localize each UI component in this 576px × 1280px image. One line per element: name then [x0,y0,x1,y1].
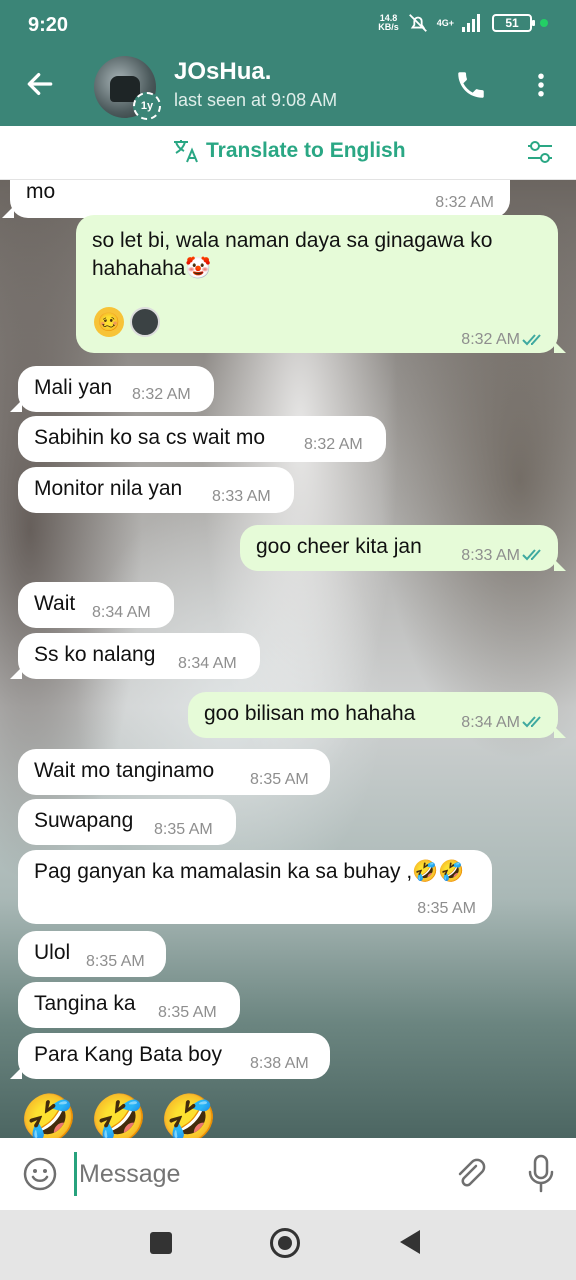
back-arrow-icon[interactable] [24,68,56,100]
message-text: Mali yan [34,376,113,399]
recents-icon[interactable] [150,1232,172,1254]
story-badge[interactable]: 1y [133,92,161,120]
message-bubble[interactable]: Ss ko nalang 8:34 AM [10,633,260,679]
message-bubble[interactable]: Monitor nila yan 8:33 AM [18,467,294,513]
battery-icon: 51 [492,14,535,32]
status-icons: 14.8 KB/s 4G+ 51 [378,12,548,34]
message-text: goo bilisan mo hahaha [204,702,416,725]
message-time: 8:34 AM [461,714,520,731]
message-text: Wait [34,592,76,615]
message-bubble[interactable]: so let bi, wala naman daya sa ginagawa k… [76,215,566,353]
message-time: 8:35 AM [154,821,213,838]
message-bubble[interactable]: mo 8:32 AM [2,180,510,218]
emoji-message[interactable]: 🤣 🤣 🤣 [20,1090,217,1138]
chat-area[interactable]: mo 8:32 AM so let bi, wala naman daya sa… [0,180,576,1138]
message-time: 8:35 AM [417,900,476,917]
message-time: 8:33 AM [212,488,271,505]
translate-icon [174,140,198,163]
emoji-icon[interactable] [22,1156,58,1192]
message-text: so let bi, wala naman daya sa ginagawa k… [92,229,493,280]
system-nav-bar [0,1210,576,1280]
message-bubble[interactable]: goo cheer kita jan 8:33 AM [240,525,566,571]
message-bubble[interactable]: Ulol 8:35 AM [18,931,166,977]
message-text: goo cheer kita jan [256,535,422,558]
message-time: 8:38 AM [250,1055,309,1072]
read-ticks-icon [522,549,541,561]
message-time: 8:32 AM [461,331,520,348]
message-bubble[interactable]: goo bilisan mo hahaha 8:34 AM [188,692,566,738]
message-text: mo [26,180,56,203]
message-time: 8:34 AM [92,604,151,621]
message-bubble[interactable]: Suwapang 8:35 AM [18,799,236,845]
message-bubble[interactable]: Pag ganyan ka mamalasin ka sa buhay ,🤣🤣 … [18,850,492,924]
net-speed: 14.8 KB/s [378,13,399,32]
reaction-row[interactable]: 🥴 [94,307,160,337]
translate-bar: Translate to English [0,126,576,180]
message-text: Para Kang Bata boy [34,1043,222,1066]
contact-name[interactable]: JOsHua. [174,58,271,86]
phone-icon[interactable] [454,68,488,102]
message-text: Ulol [34,941,71,964]
message-bubble[interactable]: Para Kang Bata boy 8:38 AM [10,1033,330,1079]
message-bubble[interactable]: Wait mo tanginamo 8:35 AM [18,749,330,795]
message-text: Tangina ka [34,992,136,1015]
message-time: 8:32 AM [435,194,494,211]
message-composer [0,1138,576,1210]
translate-label: Translate to English [206,139,406,162]
message-bubble[interactable]: Sabihin ko sa cs wait mo 8:32 AM [18,416,386,462]
translate-settings-icon[interactable] [526,138,554,166]
message-time: 8:33 AM [461,547,520,564]
system-back-icon[interactable] [400,1230,420,1254]
more-options-icon[interactable] [526,68,556,102]
top-bar: 9:20 14.8 KB/s 4G+ 51 1y JOsHua. last se… [0,0,576,126]
message-text: Pag ganyan ka mamalasin ka sa buhay ,🤣🤣 [34,860,465,883]
reaction-emoji: 🥴 [94,307,124,337]
translate-button[interactable]: Translate to English [172,138,406,164]
status-bar: 9:20 14.8 KB/s 4G+ 51 [0,0,576,52]
message-text: Sabihin ko sa cs wait mo [34,426,266,449]
active-dot-icon [540,19,548,27]
message-time: 8:35 AM [158,1004,217,1021]
message-text: Ss ko nalang [34,643,156,666]
message-time: 8:32 AM [132,386,191,403]
message-text: Wait mo tanginamo [34,759,215,782]
network-type: 4G+ [436,18,454,28]
clock: 9:20 [28,14,69,36]
reactor-avatar [130,307,160,337]
message-bubble[interactable]: Mali yan 8:32 AM [10,366,214,412]
message-text: Monitor nila yan [34,477,183,500]
microphone-icon[interactable] [526,1154,556,1194]
message-bubble[interactable]: Wait 8:34 AM [18,582,174,628]
signal-icon [462,14,480,32]
message-text: Suwapang [34,809,134,832]
message-bubble[interactable]: Tangina ka 8:35 AM [18,982,240,1028]
app-bar: 1y JOsHua. last seen at 9:08 AM [0,52,576,126]
message-input[interactable] [74,1152,434,1196]
last-seen-status: last seen at 9:08 AM [174,90,338,110]
message-time: 8:34 AM [178,655,237,672]
message-time: 8:35 AM [86,953,145,970]
read-ticks-icon [522,334,541,346]
message-time: 8:35 AM [250,771,309,788]
read-ticks-icon [522,716,541,728]
mute-icon [408,14,427,32]
message-time: 8:32 AM [304,436,363,453]
home-icon[interactable] [270,1228,300,1258]
attachment-icon[interactable] [452,1156,488,1192]
